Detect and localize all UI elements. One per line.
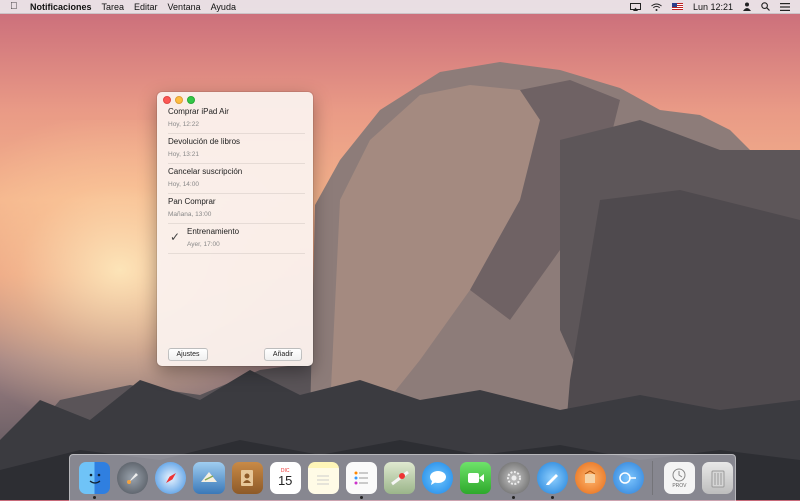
- reminder-title: Entrenamiento: [187, 227, 240, 236]
- checkmark-icon[interactable]: ✓: [170, 230, 180, 244]
- running-indicator: [550, 496, 554, 499]
- list-item[interactable]: Comprar iPad Air Hoy, 12:22: [168, 104, 305, 134]
- reminder-title: Pan Comprar: [168, 197, 216, 206]
- reminders-icon[interactable]: [345, 462, 377, 499]
- app-menu[interactable]: Notificaciones: [30, 2, 92, 12]
- safari-icon[interactable]: [155, 462, 187, 494]
- notification-center-icon[interactable]: [780, 2, 790, 11]
- menu-editar[interactable]: Editar: [134, 2, 158, 12]
- clock[interactable]: Lun 12:21: [693, 2, 733, 12]
- reminder-date: Ayer, 17:00: [187, 241, 220, 248]
- reminder-title: Cancelar suscripción: [168, 167, 243, 176]
- reminder-date: Hoy, 13:21: [168, 151, 199, 158]
- running-indicator: [359, 496, 363, 499]
- trash-icon[interactable]: [701, 462, 734, 494]
- mountain-landscape: [0, 62, 800, 500]
- migration-app-icon[interactable]: [612, 462, 644, 494]
- desktop-wallpaper: [0, 0, 800, 500]
- airplay-icon[interactable]: [629, 2, 641, 11]
- wifi-icon[interactable]: [651, 3, 662, 11]
- user-icon[interactable]: [743, 2, 751, 11]
- reminder-title: Comprar iPad Air: [168, 107, 229, 116]
- reminder-date: Hoy, 12:22: [168, 121, 199, 128]
- list-item[interactable]: Pan Comprar Mañana, 13:00: [168, 194, 305, 224]
- reminder-date: Mañana, 13:00: [168, 211, 212, 218]
- reminders-list: Comprar iPad Air Hoy, 12:22 Devolución d…: [157, 104, 313, 254]
- dock-separator: [651, 461, 653, 495]
- add-button[interactable]: Añadir: [264, 348, 302, 361]
- mail-icon[interactable]: [193, 462, 225, 494]
- finder-icon[interactable]: [79, 462, 111, 499]
- list-item[interactable]: Devolución de libros Hoy, 13:21: [168, 134, 305, 164]
- launchpad-icon[interactable]: [117, 462, 149, 494]
- status-area: Lun 12:21: [629, 2, 800, 12]
- apple-menu-icon[interactable]: : [10, 1, 22, 12]
- reminders-window: Comprar iPad Air Hoy, 12:22 Devolución d…: [157, 92, 313, 366]
- menu-ayuda[interactable]: Ayuda: [211, 2, 236, 12]
- notes-icon[interactable]: [307, 462, 339, 494]
- reminder-date: Hoy, 14:00: [168, 181, 199, 188]
- list-item[interactable]: ✓ Entrenamiento Ayer, 17:00: [168, 224, 305, 254]
- minimize-button[interactable]: [175, 96, 183, 104]
- reminder-title: Devolución de libros: [168, 137, 241, 146]
- menu-ventana[interactable]: Ventana: [168, 2, 201, 12]
- running-indicator: [93, 496, 97, 499]
- maps-icon[interactable]: [384, 462, 416, 494]
- calendar-icon[interactable]: DIC 15: [269, 462, 301, 494]
- close-button[interactable]: [163, 96, 171, 104]
- pencil-app-icon[interactable]: [536, 462, 568, 499]
- input-source-flag-icon[interactable]: [671, 3, 683, 10]
- running-indicator: [512, 496, 516, 499]
- system-preferences-icon[interactable]: [498, 462, 530, 499]
- contacts-icon[interactable]: [231, 462, 263, 494]
- menu-tarea[interactable]: Tarea: [102, 2, 125, 12]
- preview-document-icon[interactable]: PROV: [663, 462, 695, 494]
- list-item[interactable]: Cancelar suscripción Hoy, 14:00: [168, 164, 305, 194]
- spotlight-search-icon[interactable]: [761, 2, 770, 11]
- calendar-day: 15: [277, 472, 293, 488]
- settings-button[interactable]: Ajustes: [168, 348, 208, 361]
- facetime-icon[interactable]: [460, 462, 492, 494]
- dock: DIC 15 PROV: [69, 454, 736, 501]
- package-app-icon[interactable]: [574, 462, 606, 494]
- maximize-button[interactable]: [187, 96, 195, 104]
- document-label: PROV: [672, 483, 687, 489]
- menu-bar:  Notificaciones Tarea Editar Ventana Ay…: [0, 0, 800, 14]
- window-controls: [163, 96, 195, 104]
- messages-icon[interactable]: [422, 462, 454, 494]
